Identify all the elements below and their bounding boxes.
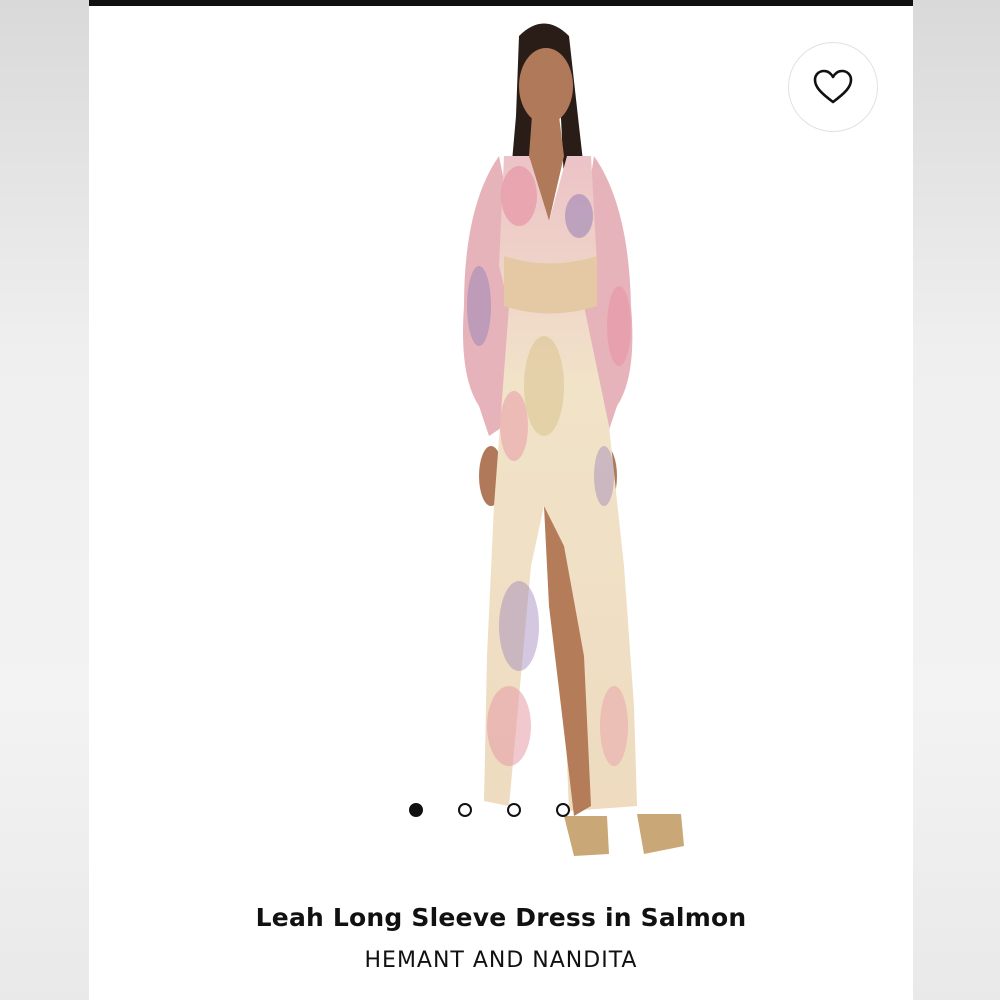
- carousel-dot-3[interactable]: [507, 803, 521, 817]
- print-patch: [565, 194, 593, 238]
- print-patch: [594, 446, 614, 506]
- left-shoe: [564, 816, 609, 856]
- right-shoe: [637, 814, 684, 854]
- carousel-indicators: [409, 801, 609, 819]
- product-card: Leah Long Sleeve Dress in Salmon HEMANT …: [89, 0, 913, 1000]
- carousel-dot-1[interactable]: [409, 803, 423, 817]
- right-backdrop: [913, 0, 1000, 1000]
- product-title: Leah Long Sleeve Dress in Salmon: [255, 903, 747, 932]
- print-patch: [499, 581, 539, 671]
- product-brand[interactable]: HEMANT AND NANDITA: [89, 948, 913, 973]
- heart-outline-icon: [813, 69, 853, 104]
- product-image[interactable]: [369, 6, 719, 890]
- left-backdrop: [0, 0, 89, 1000]
- favorite-button[interactable]: [788, 42, 878, 132]
- carousel-dot-2[interactable]: [458, 803, 472, 817]
- print-patch: [524, 336, 564, 436]
- print-patch: [500, 391, 528, 461]
- print-patch: [607, 286, 631, 366]
- print-patch: [600, 686, 628, 766]
- print-patch: [501, 166, 537, 226]
- carousel-dot-4[interactable]: [556, 803, 570, 817]
- print-patch: [487, 686, 531, 766]
- print-patch: [467, 266, 491, 346]
- face-shape: [519, 48, 573, 124]
- waistband: [504, 256, 597, 314]
